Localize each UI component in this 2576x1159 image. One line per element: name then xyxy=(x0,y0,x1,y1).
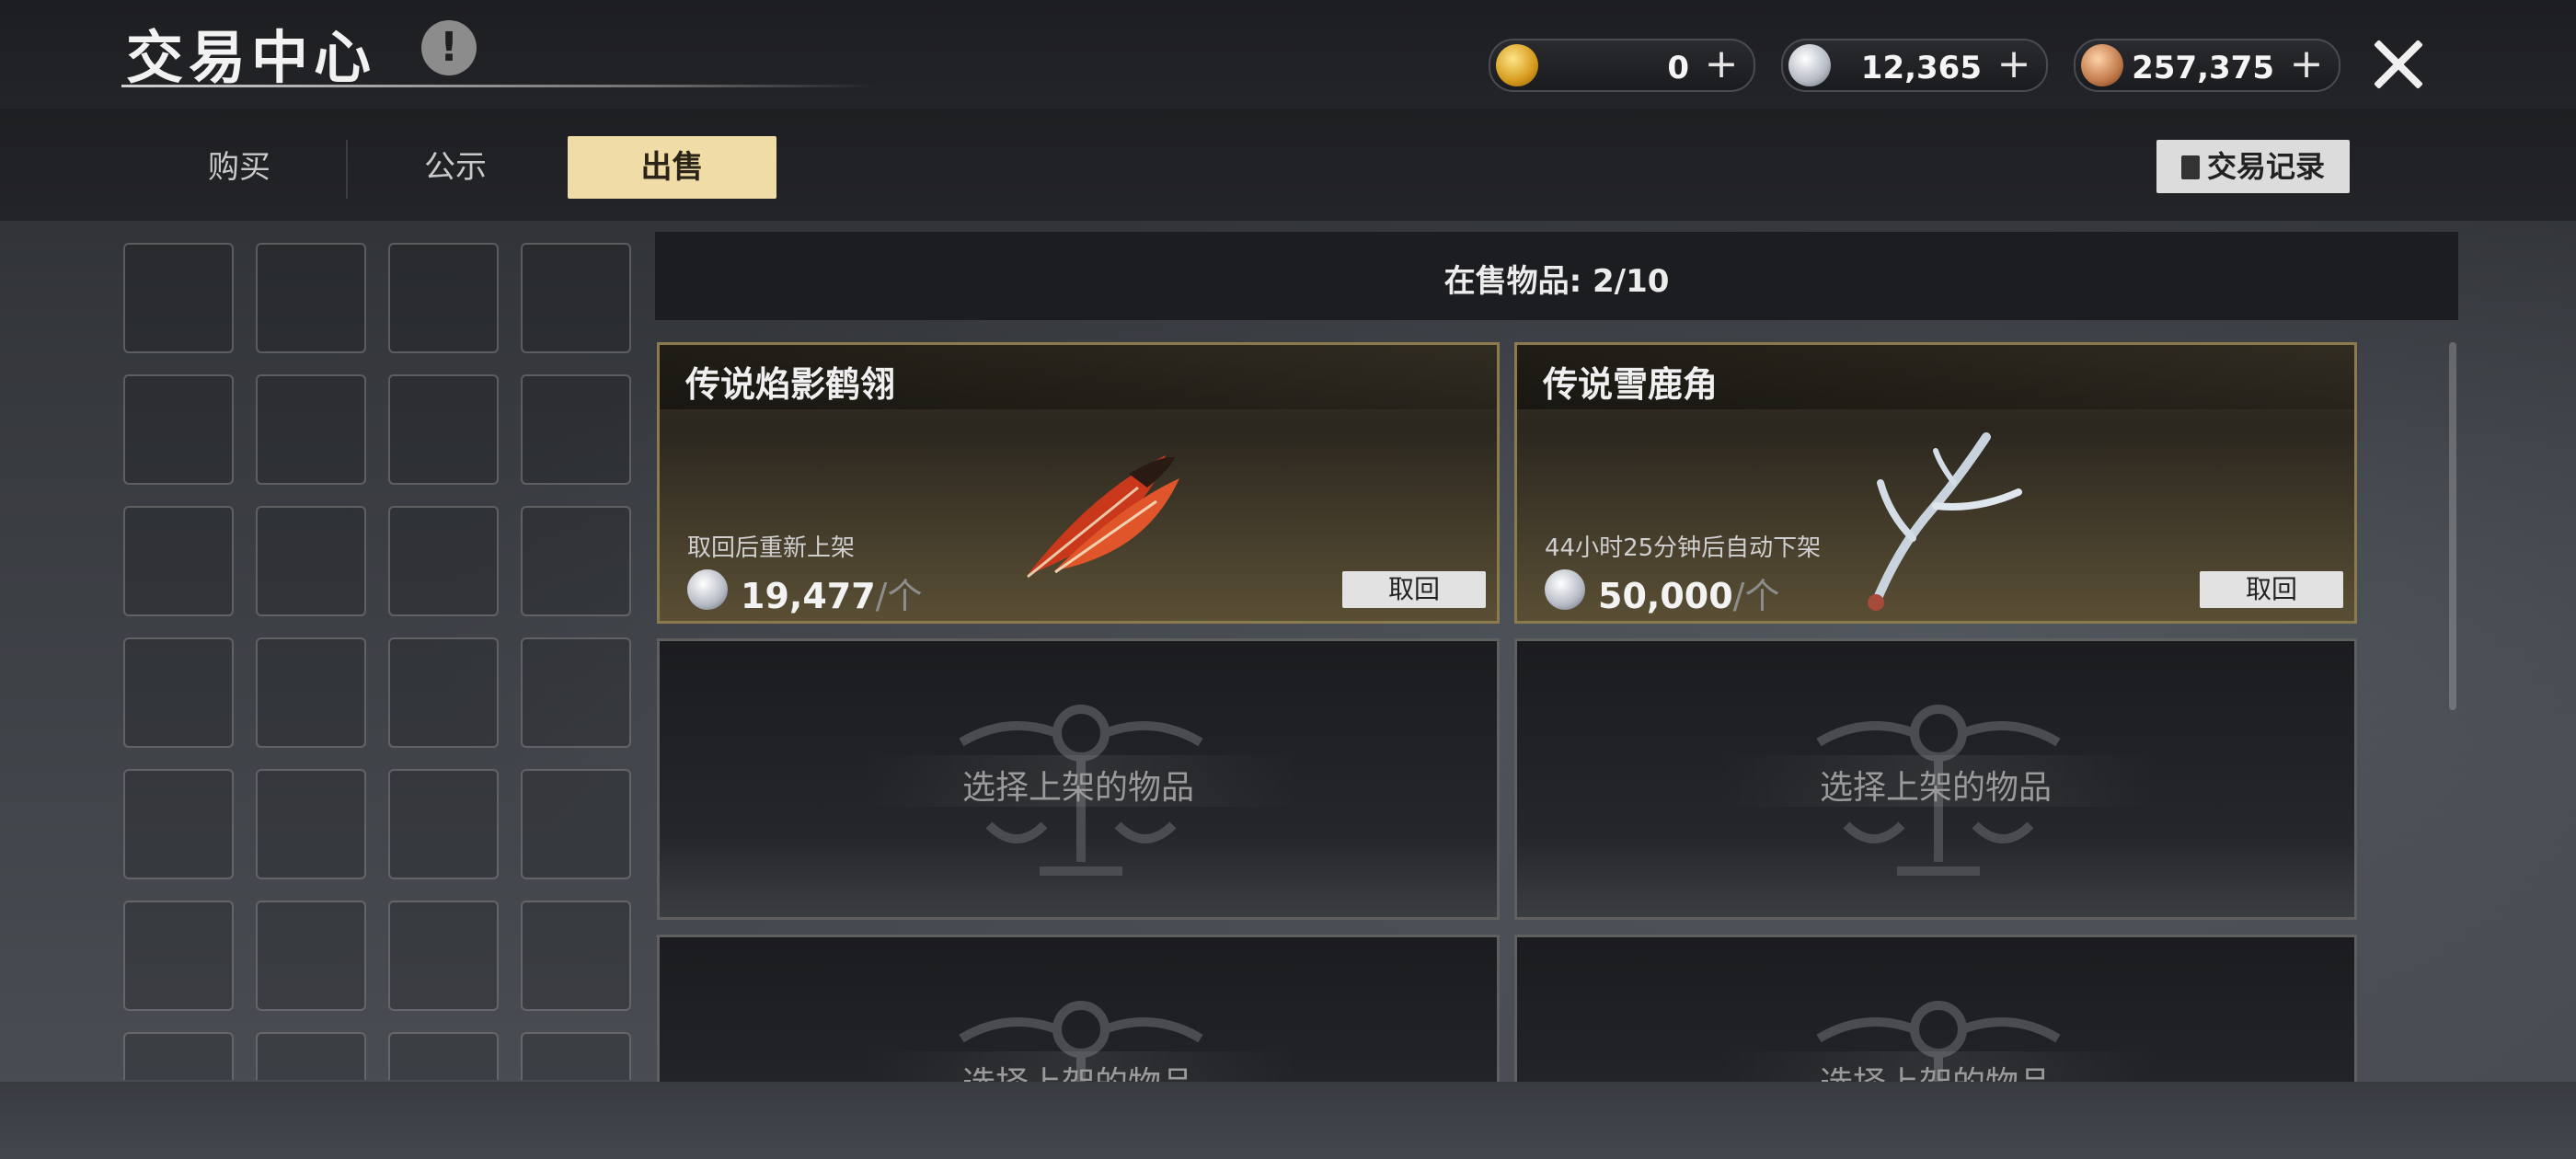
inventory-slot[interactable] xyxy=(123,769,234,879)
inventory-slot[interactable] xyxy=(521,243,631,353)
silver-currency-display: 12,365 + xyxy=(1781,39,2048,92)
empty-listing-slot[interactable]: 选择上架的物品 xyxy=(1514,638,2357,920)
inventory-slot[interactable] xyxy=(521,901,631,1011)
item-status: 44小时25分钟后自动下架 xyxy=(1545,534,1822,562)
inventory-slot[interactable] xyxy=(123,374,234,485)
silver-amount: 12,365 xyxy=(1860,50,1982,86)
empty-listing-slot[interactable]: 选择上架的物品 xyxy=(657,935,1500,1084)
inventory-slot[interactable] xyxy=(388,637,499,748)
empty-listing-slot[interactable]: 选择上架的物品 xyxy=(1514,935,2357,1084)
info-icon[interactable]: ! xyxy=(421,20,477,75)
inventory-slot[interactable] xyxy=(521,374,631,485)
inventory-slot[interactable] xyxy=(256,769,366,879)
scrollbar[interactable] xyxy=(2449,342,2456,710)
inventory-slot[interactable] xyxy=(256,243,366,353)
inventory-slot[interactable] xyxy=(521,506,631,616)
recall-button[interactable]: 取回 xyxy=(1342,571,1486,608)
add-silver-button[interactable]: + xyxy=(1993,44,2035,86)
page-title: 交易中心 xyxy=(126,24,377,91)
silver-coin-icon xyxy=(1545,569,1585,610)
silver-coin-icon xyxy=(1788,44,1831,86)
tab-divider xyxy=(346,140,348,199)
inventory-slot[interactable] xyxy=(388,506,499,616)
sale-count-header: 在售物品: 2/10 xyxy=(655,232,2458,320)
clipboard-icon xyxy=(2180,155,2200,179)
inventory-slot[interactable] xyxy=(521,769,631,879)
item-name: 传说雪鹿角 xyxy=(1543,364,1719,405)
silver-coin-icon xyxy=(687,569,728,610)
inventory-slot[interactable] xyxy=(123,637,234,748)
price-value: 50,000 xyxy=(1598,576,1733,616)
feather-icon xyxy=(1027,455,1179,579)
listed-item-card[interactable]: 传说雪鹿角 44小时25分钟后自动下架 50,000/个 取回 xyxy=(1514,342,2357,624)
gold-amount: 0 xyxy=(1667,50,1689,86)
listed-item-card[interactable]: 传说焰影鹤翎 取回后重新上架 19,477/个 取回 xyxy=(657,342,1500,624)
title-underline xyxy=(121,85,876,87)
inventory-slot[interactable] xyxy=(123,243,234,353)
tab-sell[interactable]: 出售 xyxy=(568,136,776,199)
inventory-grid xyxy=(123,243,638,1080)
inventory-slot[interactable] xyxy=(388,1032,499,1080)
inventory-slot[interactable] xyxy=(388,901,499,1011)
inventory-slot[interactable] xyxy=(521,637,631,748)
inventory-slot[interactable] xyxy=(388,374,499,485)
price-unit: /个 xyxy=(875,576,923,616)
price-value: 19,477 xyxy=(741,576,876,616)
copper-amount: 257,375 xyxy=(2132,50,2274,86)
item-price: 50,000/个 xyxy=(1598,568,1779,618)
add-copper-button[interactable]: + xyxy=(2285,44,2328,86)
empty-slot-label: 选择上架的物品 xyxy=(660,1057,1497,1084)
antler-icon xyxy=(1868,432,2022,611)
inventory-slot[interactable] xyxy=(256,374,366,485)
sale-count-label: 在售物品: 2/10 xyxy=(1443,263,1670,300)
inventory-slot[interactable] xyxy=(256,901,366,1011)
inventory-slot[interactable] xyxy=(521,1032,631,1080)
tab-public-notice[interactable]: 公示 xyxy=(363,136,547,199)
gold-coin-icon xyxy=(1496,44,1538,86)
inventory-slot[interactable] xyxy=(256,506,366,616)
empty-slot-label: 选择上架的物品 xyxy=(1819,769,2052,807)
recall-button[interactable]: 取回 xyxy=(2200,571,2343,608)
trade-record-button[interactable]: 交易记录 xyxy=(2156,140,2350,193)
bottom-shade xyxy=(0,1082,2576,1159)
trade-record-label: 交易记录 xyxy=(2206,149,2325,184)
empty-slot-label: 选择上架的物品 xyxy=(1517,1057,2354,1084)
item-name: 传说焰影鹤翎 xyxy=(685,364,896,405)
tab-buy[interactable]: 购买 xyxy=(147,136,331,199)
inventory-slot[interactable] xyxy=(388,243,499,353)
inventory-slot[interactable] xyxy=(123,506,234,616)
inventory-slot[interactable] xyxy=(388,769,499,879)
price-unit: /个 xyxy=(1732,576,1780,616)
inventory-slot[interactable] xyxy=(123,901,234,1011)
inventory-slot[interactable] xyxy=(123,1032,234,1080)
sale-listing-area: 传说焰影鹤翎 取回后重新上架 19,477/个 取回 传说雪鹿角 44小时25分… xyxy=(655,340,2440,1084)
copper-currency-display: 257,375 + xyxy=(2074,39,2340,92)
item-price: 19,477/个 xyxy=(741,568,922,618)
add-gold-button[interactable]: + xyxy=(1700,44,1742,86)
inventory-slot[interactable] xyxy=(256,1032,366,1080)
copper-coin-icon xyxy=(2081,44,2123,86)
empty-slot-label: 选择上架的物品 xyxy=(961,769,1194,807)
close-icon[interactable] xyxy=(2369,35,2428,94)
gold-currency-display: 0 + xyxy=(1489,39,1755,92)
empty-listing-slot[interactable]: 选择上架的物品 xyxy=(657,638,1500,920)
inventory-slot[interactable] xyxy=(256,637,366,748)
item-status: 取回后重新上架 xyxy=(687,534,856,562)
